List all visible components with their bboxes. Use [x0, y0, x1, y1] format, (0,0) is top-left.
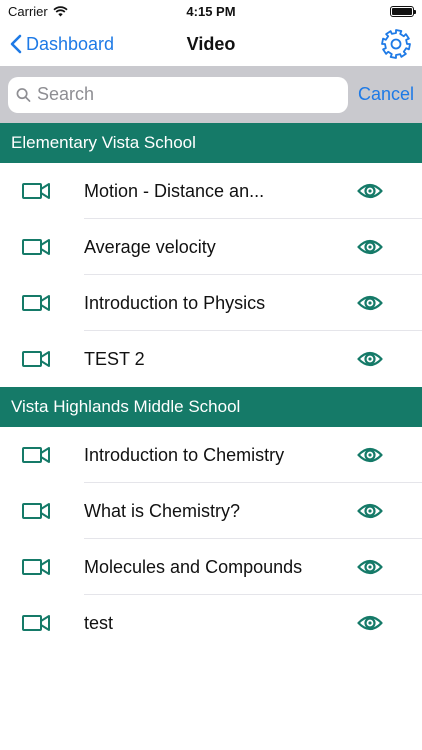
section-header: Vista Highlands Middle School — [0, 387, 422, 427]
video-title: TEST 2 — [84, 348, 145, 369]
battery-fill — [392, 7, 412, 15]
video-camera-icon — [22, 447, 50, 463]
video-title: Introduction to Chemistry — [84, 444, 285, 465]
eye-icon[interactable] — [357, 292, 383, 314]
back-label: Dashboard — [26, 33, 115, 54]
video-title: Introduction to Physics — [84, 292, 266, 313]
search-icon — [16, 87, 31, 102]
eye-icon[interactable] — [357, 612, 383, 634]
carrier-label: Carrier — [8, 3, 48, 19]
search-input[interactable] — [36, 84, 340, 105]
eye-icon[interactable] — [357, 180, 383, 202]
video-row[interactable]: TEST 2 — [0, 331, 422, 387]
nav-bar: Dashboard Video — [0, 22, 422, 66]
video-title: Motion - Distance an... — [84, 180, 265, 201]
eye-icon[interactable] — [357, 444, 383, 466]
eye-icon[interactable] — [357, 236, 383, 258]
video-list: Elementary Vista School Motion - Distance… — [0, 123, 422, 651]
video-title: test — [84, 612, 114, 633]
eye-icon[interactable] — [357, 556, 383, 578]
gear-icon[interactable] — [380, 28, 412, 60]
section-rows: Introduction to Chemistry What is Chemist… — [0, 427, 422, 651]
video-camera-icon — [22, 503, 50, 519]
eye-icon[interactable] — [357, 500, 383, 522]
video-camera-icon — [22, 351, 50, 367]
chevron-left-icon — [10, 34, 22, 54]
back-button[interactable]: Dashboard — [10, 34, 114, 55]
video-row[interactable]: What is Chemistry? — [0, 483, 422, 539]
video-row[interactable]: Average velocity — [0, 219, 422, 275]
video-row[interactable]: Molecules and Compounds — [0, 539, 422, 595]
video-title: Molecules and Compounds — [84, 556, 303, 577]
search-bar: Cancel — [0, 66, 422, 123]
battery-icon — [390, 5, 416, 17]
search-field[interactable] — [8, 76, 348, 113]
wifi-icon — [53, 5, 68, 16]
video-row[interactable]: Motion - Distance an... — [0, 163, 422, 219]
video-title: What is Chemistry? — [84, 500, 241, 521]
video-camera-icon — [22, 559, 50, 575]
video-camera-icon — [22, 615, 50, 631]
video-camera-icon — [22, 239, 50, 255]
status-bar: Carrier 4:15 PM — [0, 0, 422, 22]
video-camera-icon — [22, 295, 50, 311]
video-title: Average velocity — [84, 236, 216, 257]
video-row[interactable]: Introduction to Physics — [0, 275, 422, 331]
cancel-button[interactable]: Cancel — [358, 84, 414, 105]
status-left: Carrier — [8, 4, 68, 19]
video-camera-icon — [22, 183, 50, 199]
video-row[interactable]: Introduction to Chemistry — [0, 427, 422, 483]
section-header: Elementary Vista School — [0, 123, 422, 163]
video-row[interactable]: test — [0, 595, 422, 651]
section-rows: Motion - Distance an... Average velocity I… — [0, 163, 422, 387]
eye-icon[interactable] — [357, 348, 383, 370]
